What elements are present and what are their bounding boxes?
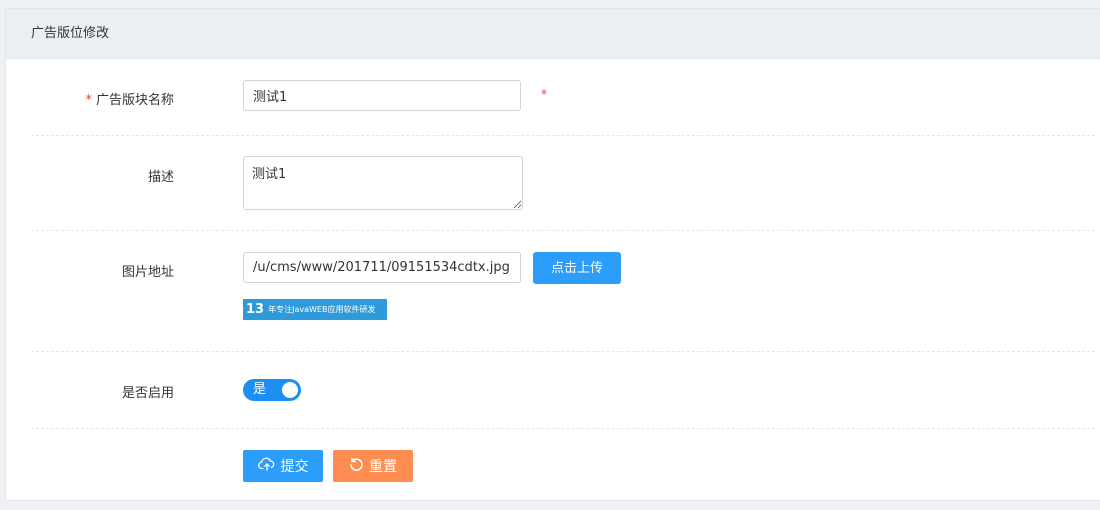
submit-button[interactable]: 提交 <box>243 450 323 482</box>
actions-row: 提交 重置 <box>31 449 1100 483</box>
name-row: *广告版块名称 * <box>31 79 1100 119</box>
enabled-toggle[interactable]: 是 <box>243 379 301 401</box>
description-textarea[interactable]: 测试1 <box>243 156 523 210</box>
upload-button[interactable]: 点击上传 <box>533 252 621 284</box>
divider <box>31 351 1095 352</box>
toggle-text: 是 <box>253 382 267 397</box>
divider <box>31 230 1095 231</box>
enabled-row: 是否启用 是 <box>31 374 1100 404</box>
preview-number: 13 <box>246 302 265 317</box>
image-label: 图片地址 <box>121 265 174 280</box>
toggle-knob <box>282 382 298 398</box>
edit-panel: 广告版位修改 *广告版块名称 * 描述 测试1 图片地址 点击上传 13 年专注… <box>5 8 1100 501</box>
image-path-input[interactable] <box>243 252 521 283</box>
page-title: 广告版位修改 <box>6 9 1100 59</box>
preview-text: 年专注JavaWEB应用软件研发 <box>268 305 376 314</box>
cloud-upload-icon <box>257 457 276 475</box>
description-label: 描述 <box>147 170 174 185</box>
image-preview: 13 年专注JavaWEB应用软件研发 <box>243 299 387 320</box>
enabled-label: 是否启用 <box>121 386 174 401</box>
name-input[interactable] <box>243 80 521 111</box>
undo-icon <box>349 457 364 476</box>
divider <box>31 428 1095 429</box>
required-mark: * <box>85 93 92 108</box>
divider <box>31 135 1095 136</box>
required-indicator: * <box>541 87 547 101</box>
name-label-text: 广告版块名称 <box>95 93 174 108</box>
image-row: 图片地址 点击上传 13 年专注JavaWEB应用软件研发 <box>31 251 1100 331</box>
reset-button[interactable]: 重置 <box>333 450 413 482</box>
submit-label: 提交 <box>280 459 309 475</box>
description-row: 描述 测试1 <box>31 156 1100 216</box>
reset-label: 重置 <box>369 459 397 475</box>
name-label: * 广告版块名称 <box>31 89 174 108</box>
